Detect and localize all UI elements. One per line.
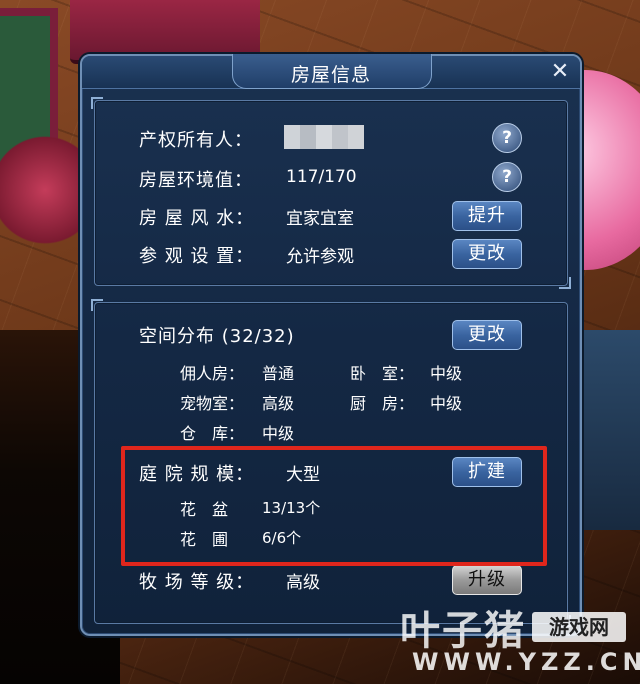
visit-change-button[interactable]: 更改 [452, 239, 522, 269]
space-title: 空间分布 (32/32) [139, 326, 295, 347]
fengshui-label: 房 屋 风 水： [139, 208, 255, 229]
title-bar[interactable]: 房屋信息 ✕ [82, 54, 580, 89]
env-value: 117/170 [286, 167, 357, 187]
room-servant-level: 普通 [262, 364, 295, 383]
visit-label: 参 观 设 置： [139, 246, 255, 267]
room-storage-label: 仓 库： [180, 424, 245, 443]
owner-label: 产权所有人： [139, 130, 253, 151]
owner-name-masked [284, 125, 364, 149]
watermark-tag: 游戏网 [532, 612, 626, 642]
env-label: 房屋环境值： [139, 170, 253, 191]
room-kitchen-label: 厨 房： [350, 394, 415, 413]
fengshui-value: 宜家宜室 [286, 209, 354, 229]
yard-highlight-box [121, 446, 547, 566]
furniture-side [580, 330, 640, 530]
room-kitchen-level: 中级 [430, 394, 463, 413]
ranch-value: 高级 [286, 573, 320, 593]
room-bedroom-level: 中级 [430, 364, 463, 383]
ranch-upgrade-button[interactable]: 升级 [452, 565, 522, 595]
env-help-button[interactable]: ? [492, 162, 522, 192]
watermark-url: WWW.YZZ.CN [412, 648, 640, 676]
close-button[interactable]: ✕ [548, 60, 572, 84]
fengshui-upgrade-button[interactable]: 提升 [452, 201, 522, 231]
decoration-red [0, 130, 90, 250]
room-pet-label: 宠物室： [180, 394, 245, 413]
room-storage-level: 中级 [262, 424, 295, 443]
room-bedroom-label: 卧 室： [350, 364, 415, 383]
ranch-label: 牧 场 等 级： [139, 572, 255, 593]
dialog-title: 房屋信息 [290, 64, 371, 86]
space-change-button[interactable]: 更改 [452, 320, 522, 350]
visit-value: 允许参观 [286, 247, 354, 267]
room-servant-label: 佣人房： [180, 364, 245, 383]
owner-help-button[interactable]: ? [492, 123, 522, 153]
room-pet-level: 高级 [262, 394, 295, 413]
